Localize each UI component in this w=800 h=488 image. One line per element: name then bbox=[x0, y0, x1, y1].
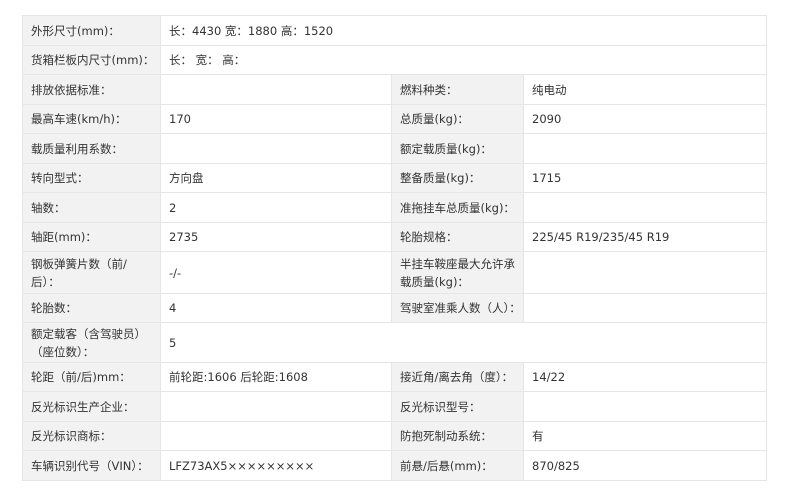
spec-value-tire-count: 4 bbox=[160, 293, 392, 323]
spec-value-wheelbase: 2735 bbox=[160, 222, 392, 252]
spec-value-reflector-brand bbox=[160, 421, 392, 451]
spec-value-trailer-gross-mass bbox=[523, 192, 767, 223]
spec-value-steering-type: 方向盘 bbox=[160, 163, 392, 193]
table-row: 货箱栏板内尺寸(mm)： 长： 宽： 高： bbox=[22, 45, 767, 75]
spec-label-leaf-spring-count: 钢板弹簧片数（前/后）： bbox=[22, 251, 161, 294]
table-row: 反光标识生产企业： 反光标识型号： bbox=[22, 391, 767, 422]
table-row: 外形尺寸(mm)： 长：4430 宽：1880 高：1520 bbox=[22, 15, 767, 46]
spec-label-abs: 防抱死制动系统： bbox=[391, 421, 524, 451]
spec-value-rated-passengers: 5 bbox=[160, 322, 767, 363]
table-row: 额定载客（含驾驶员）（座位数）： 5 bbox=[22, 322, 767, 363]
table-row: 钢板弹簧片数（前/后）： -/- 半挂车鞍座最大允许承载质量(kg)： bbox=[22, 251, 767, 294]
spec-value-approach-departure-angle: 14/22 bbox=[523, 362, 767, 392]
spec-value-load-utilization bbox=[160, 133, 392, 164]
table-row: 反光标识商标： 防抱死制动系统： 有 bbox=[22, 421, 767, 451]
spec-label-trailer-gross-mass: 准拖挂车总质量(kg)： bbox=[391, 192, 524, 223]
table-row: 轮胎数： 4 驾驶室准乘人数（人）： bbox=[22, 293, 767, 323]
table-row: 轴数： 2 准拖挂车总质量(kg)： bbox=[22, 192, 767, 223]
spec-label-tire-count: 轮胎数： bbox=[22, 293, 161, 323]
table-row: 载质量利用系数： 额定载质量(kg)： bbox=[22, 133, 767, 164]
spec-label-approach-departure-angle: 接近角/离去角（度）： bbox=[391, 362, 524, 392]
spec-value-vin: LFZ73AX5××××××××× bbox=[160, 450, 392, 481]
spec-value-cargo-box-inner-size: 长： 宽： 高： bbox=[160, 45, 767, 75]
spec-label-reflector-manufacturer: 反光标识生产企业： bbox=[22, 391, 161, 422]
spec-label-gross-mass: 总质量(kg)： bbox=[391, 104, 524, 134]
spec-value-fifth-wheel-load bbox=[523, 251, 767, 294]
vehicle-spec-table: 外形尺寸(mm)： 长：4430 宽：1880 高：1520 货箱栏板内尺寸(m… bbox=[22, 15, 767, 481]
spec-value-leaf-spring-count: -/- bbox=[160, 251, 392, 294]
spec-label-emission-standard: 排放依据标准： bbox=[22, 74, 161, 105]
spec-value-gross-mass: 2090 bbox=[523, 104, 767, 134]
table-row: 最高车速(km/h)： 170 总质量(kg)： 2090 bbox=[22, 104, 767, 134]
spec-value-dimensions: 长：4430 宽：1880 高：1520 bbox=[160, 15, 767, 46]
spec-label-tire-spec: 轮胎规格： bbox=[391, 222, 524, 252]
table-row: 车辆识别代号（VIN）： LFZ73AX5××××××××× 前悬/后悬(mm)… bbox=[22, 450, 767, 481]
spec-value-tire-spec: 225/45 R19/235/45 R19 bbox=[523, 222, 767, 252]
spec-label-front-rear-overhang: 前悬/后悬(mm)： bbox=[391, 450, 524, 481]
table-row: 排放依据标准： 燃料种类： 纯电动 bbox=[22, 74, 767, 105]
spec-label-wheelbase: 轴距(mm)： bbox=[22, 222, 161, 252]
spec-value-abs: 有 bbox=[523, 421, 767, 451]
spec-label-fifth-wheel-load: 半挂车鞍座最大允许承载质量(kg)： bbox=[391, 251, 524, 294]
table-row: 轴距(mm)： 2735 轮胎规格： 225/45 R19/235/45 R19 bbox=[22, 222, 767, 252]
spec-label-fuel-type: 燃料种类： bbox=[391, 74, 524, 105]
spec-value-rated-load bbox=[523, 133, 767, 164]
spec-value-track-width: 前轮距:1606 后轮距:1608 bbox=[160, 362, 392, 392]
spec-label-load-utilization: 载质量利用系数： bbox=[22, 133, 161, 164]
spec-label-vin: 车辆识别代号（VIN）： bbox=[22, 450, 161, 481]
table-row: 转向型式： 方向盘 整备质量(kg)： 1715 bbox=[22, 163, 767, 193]
spec-label-axle-count: 轴数： bbox=[22, 192, 161, 223]
spec-value-reflector-model bbox=[523, 391, 767, 422]
spec-label-rated-load: 额定载质量(kg)： bbox=[391, 133, 524, 164]
spec-label-max-speed: 最高车速(km/h)： bbox=[22, 104, 161, 134]
spec-value-emission-standard bbox=[160, 74, 392, 105]
spec-value-reflector-manufacturer bbox=[160, 391, 392, 422]
spec-label-cargo-box-inner-size: 货箱栏板内尺寸(mm)： bbox=[22, 45, 161, 75]
spec-label-curb-mass: 整备质量(kg)： bbox=[391, 163, 524, 193]
spec-label-reflector-brand: 反光标识商标： bbox=[22, 421, 161, 451]
spec-label-track-width: 轮距（前/后)mm： bbox=[22, 362, 161, 392]
spec-value-curb-mass: 1715 bbox=[523, 163, 767, 193]
spec-value-cab-occupancy bbox=[523, 293, 767, 323]
spec-label-cab-occupancy: 驾驶室准乘人数（人）： bbox=[391, 293, 524, 323]
table-row: 轮距（前/后)mm： 前轮距:1606 后轮距:1608 接近角/离去角（度）：… bbox=[22, 362, 767, 392]
spec-label-dimensions: 外形尺寸(mm)： bbox=[22, 15, 161, 46]
spec-label-reflector-model: 反光标识型号： bbox=[391, 391, 524, 422]
spec-label-rated-passengers: 额定载客（含驾驶员）（座位数）： bbox=[22, 322, 161, 363]
spec-value-axle-count: 2 bbox=[160, 192, 392, 223]
spec-value-max-speed: 170 bbox=[160, 104, 392, 134]
spec-value-fuel-type: 纯电动 bbox=[523, 74, 767, 105]
spec-value-front-rear-overhang: 870/825 bbox=[523, 450, 767, 481]
spec-label-steering-type: 转向型式： bbox=[22, 163, 161, 193]
